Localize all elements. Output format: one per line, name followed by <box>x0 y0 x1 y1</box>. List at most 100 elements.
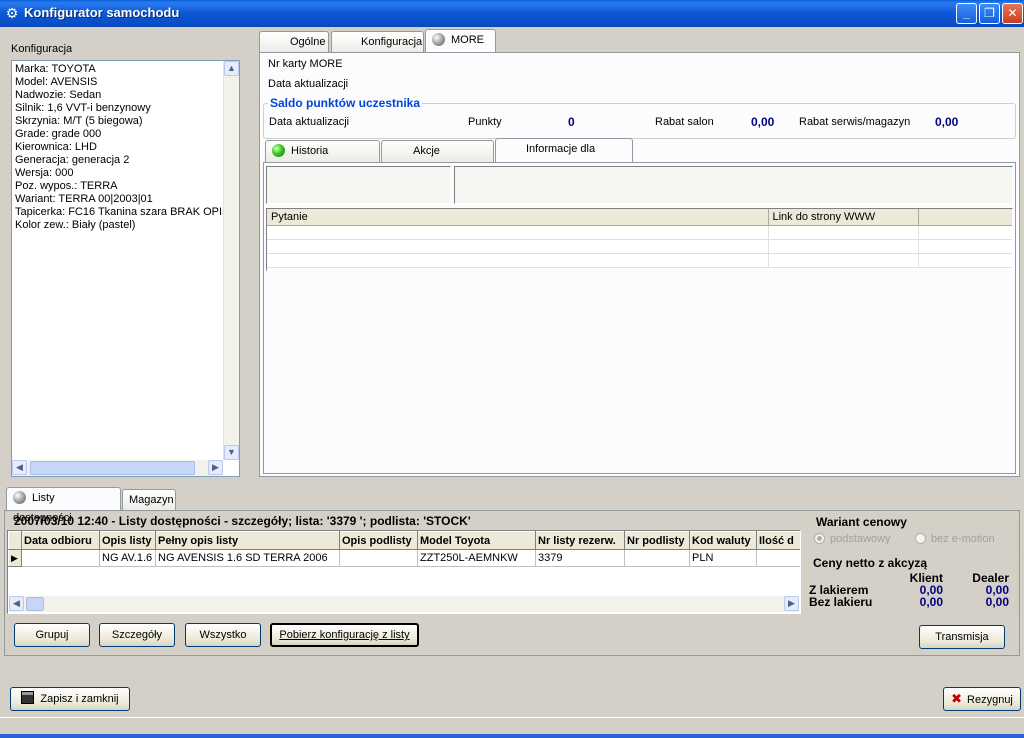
column-header[interactable]: Kod waluty <box>689 531 757 550</box>
status-gray-icon <box>13 491 26 504</box>
table-cell[interactable] <box>339 549 418 567</box>
transmit-button[interactable]: Transmisja <box>919 625 1005 649</box>
table-row[interactable] <box>267 239 1012 254</box>
title-bar[interactable]: ⚙ Konfigurator samochodu _ ❐ ✕ <box>0 0 1024 27</box>
status-green-icon <box>272 144 285 157</box>
row-pointer-icon: ▶ <box>8 549 22 567</box>
config-line: Wariant: TERRA 00|2003|01 <box>15 193 153 205</box>
table-row[interactable]: ▶ NG AV.1.6 NG AVENSIS 1.6 SD TERRA 2006 Z… <box>8 549 800 567</box>
points-value: 0 <box>568 115 575 129</box>
config-line: Silnik: 1,6 VVT-i benzynowy <box>15 102 151 114</box>
salon-discount-value: 0,00 <box>751 115 775 129</box>
update-date-label: Data aktualizacji <box>268 78 349 90</box>
column-empty[interactable] <box>918 209 1012 226</box>
client-info-panel: Pytanie Link do strony WWW <box>263 162 1016 474</box>
info-box-right[interactable] <box>454 166 1013 204</box>
table-row[interactable] <box>267 225 1012 240</box>
column-header[interactable]: Opis listy <box>99 531 156 550</box>
tab-client-info[interactable]: Informacje dla klienta <box>495 138 633 175</box>
table-cell[interactable] <box>624 549 690 567</box>
tab-availability-lists[interactable]: Listy dostępności <box>6 487 121 524</box>
info-box-left[interactable] <box>266 166 451 204</box>
points-label: Punkty <box>468 116 502 128</box>
column-header[interactable]: Data odbioru <box>21 531 100 550</box>
table-cell[interactable]: 3379 <box>535 549 625 567</box>
config-line: Kolor zew.: Biały (pastel) <box>15 219 136 231</box>
radio-selected-icon <box>814 533 825 544</box>
without-paint-client-value: 0,00 <box>919 595 943 609</box>
tab-more[interactable]: MORE <box>425 29 496 53</box>
row-indicator-header <box>8 531 22 550</box>
tab-configuration[interactable]: Konfiguracja <box>331 31 424 53</box>
column-header[interactable]: Ilość d <box>756 531 800 550</box>
availability-header: 2007/03/10 12:40 - Listy dostępności - s… <box>14 514 471 528</box>
scroll-right-icon[interactable]: ▶ <box>784 596 799 611</box>
cancel-button[interactable]: ✖ Rezygnuj <box>943 687 1021 711</box>
table-cell[interactable]: PLN <box>689 549 757 567</box>
table-cell[interactable] <box>756 549 800 567</box>
scroll-thumb[interactable] <box>30 461 195 475</box>
scroll-left-icon[interactable]: ◀ <box>12 460 27 475</box>
fetch-config-button[interactable]: Pobierz konfigurację z listy <box>270 623 419 647</box>
service-discount-value: 0,00 <box>935 115 959 129</box>
column-header[interactable]: Nr podlisty <box>624 531 690 550</box>
table-cell[interactable]: ZZT250L-AEMNKW <box>417 549 536 567</box>
table-cell[interactable] <box>21 549 100 567</box>
radio-no-emotion[interactable]: bez e-motion <box>915 533 995 545</box>
config-line: Generacja: generacja 2 <box>15 154 130 166</box>
cancel-x-icon: ✖ <box>951 691 963 706</box>
config-line: Nadwozie: Sedan <box>15 89 102 101</box>
column-header[interactable]: Opis podlisty <box>339 531 418 550</box>
table-row[interactable] <box>267 253 1012 268</box>
tab-special-actions[interactable]: Akcje specjalne <box>381 140 494 177</box>
info-table[interactable]: Pytanie Link do strony WWW <box>266 208 1013 271</box>
group-button[interactable]: Grupuj <box>14 623 90 647</box>
config-line: Tapicerka: FC16 Tkanina szara BRAK OPIS <box>15 206 230 218</box>
availability-grid[interactable]: Data odbioru Opis listy Pełny opis listy Op… <box>7 530 801 614</box>
without-paint-dealer-value: 0,00 <box>985 595 1009 609</box>
tab-warehouse[interactable]: Magazyn <box>122 489 176 511</box>
config-line: Marka: TOYOTA <box>15 63 96 75</box>
scroll-right-icon[interactable]: ▶ <box>208 460 223 475</box>
maximize-button[interactable]: ❐ <box>979 3 1000 24</box>
config-line: Poz. wypos.: TERRA <box>15 180 118 192</box>
price-variant-group: Wariant cenowy podstawowy bez e-motion <box>806 515 1017 556</box>
all-button[interactable]: Wszystko <box>185 623 261 647</box>
column-header[interactable]: Model Toyota <box>417 531 536 550</box>
radio-empty-icon <box>915 533 926 544</box>
tab-transaction-history[interactable]: Historia transakcji <box>265 140 380 177</box>
column-header[interactable]: Nr listy rezerw. <box>535 531 625 550</box>
table-cell[interactable]: NG AVENSIS 1.6 SD TERRA 2006 <box>155 549 340 567</box>
config-line: Skrzynia: M/T (5 biegowa) <box>15 115 143 127</box>
price-variant-title: Wariant cenowy <box>813 515 910 529</box>
scroll-thumb[interactable] <box>26 597 44 611</box>
column-question[interactable]: Pytanie <box>267 209 769 226</box>
service-discount-label: Rabat serwis/magazyn <box>799 116 911 128</box>
config-vertical-scrollbar[interactable]: ▲ ▼ <box>223 61 239 460</box>
config-label: Konfiguracja <box>11 43 73 55</box>
details-button[interactable]: Szczegóły <box>99 623 175 647</box>
tab-general[interactable]: Ogólne <box>259 31 329 53</box>
config-list[interactable]: Marka: TOYOTA Model: AVENSIS Nadwozie: Sed… <box>11 60 240 477</box>
floppy-disk-icon <box>21 691 35 704</box>
window-bottom-edge <box>0 734 1024 738</box>
balance-date-label: Data aktualizacji <box>269 116 350 128</box>
scroll-down-icon[interactable]: ▼ <box>224 445 239 460</box>
table-cell[interactable]: NG AV.1.6 <box>99 549 156 567</box>
grid-horizontal-scrollbar[interactable]: ◀ ▶ <box>9 596 799 612</box>
column-www-link[interactable]: Link do strony WWW <box>768 209 919 226</box>
config-line: Kierownica: LHD <box>15 141 97 153</box>
save-close-button[interactable]: Zapisz i zamknij <box>10 687 130 711</box>
config-horizontal-scrollbar[interactable]: ◀ ▶ <box>12 460 223 476</box>
close-button[interactable]: ✕ <box>1002 3 1023 24</box>
radio-basic[interactable]: podstawowy <box>814 533 891 545</box>
config-line: Wersja: 000 <box>15 167 74 179</box>
minimize-button[interactable]: _ <box>956 3 977 24</box>
card-number-label: Nr karty MORE <box>268 58 343 70</box>
scroll-left-icon[interactable]: ◀ <box>9 596 24 611</box>
salon-discount-label: Rabat salon <box>655 116 714 128</box>
app-icon[interactable]: ⚙ <box>4 5 20 21</box>
scroll-up-icon[interactable]: ▲ <box>224 61 239 76</box>
column-header[interactable]: Pełny opis listy <box>155 531 340 550</box>
more-panel: Nr karty MORE Data aktualizacji Saldo pu… <box>259 52 1020 477</box>
